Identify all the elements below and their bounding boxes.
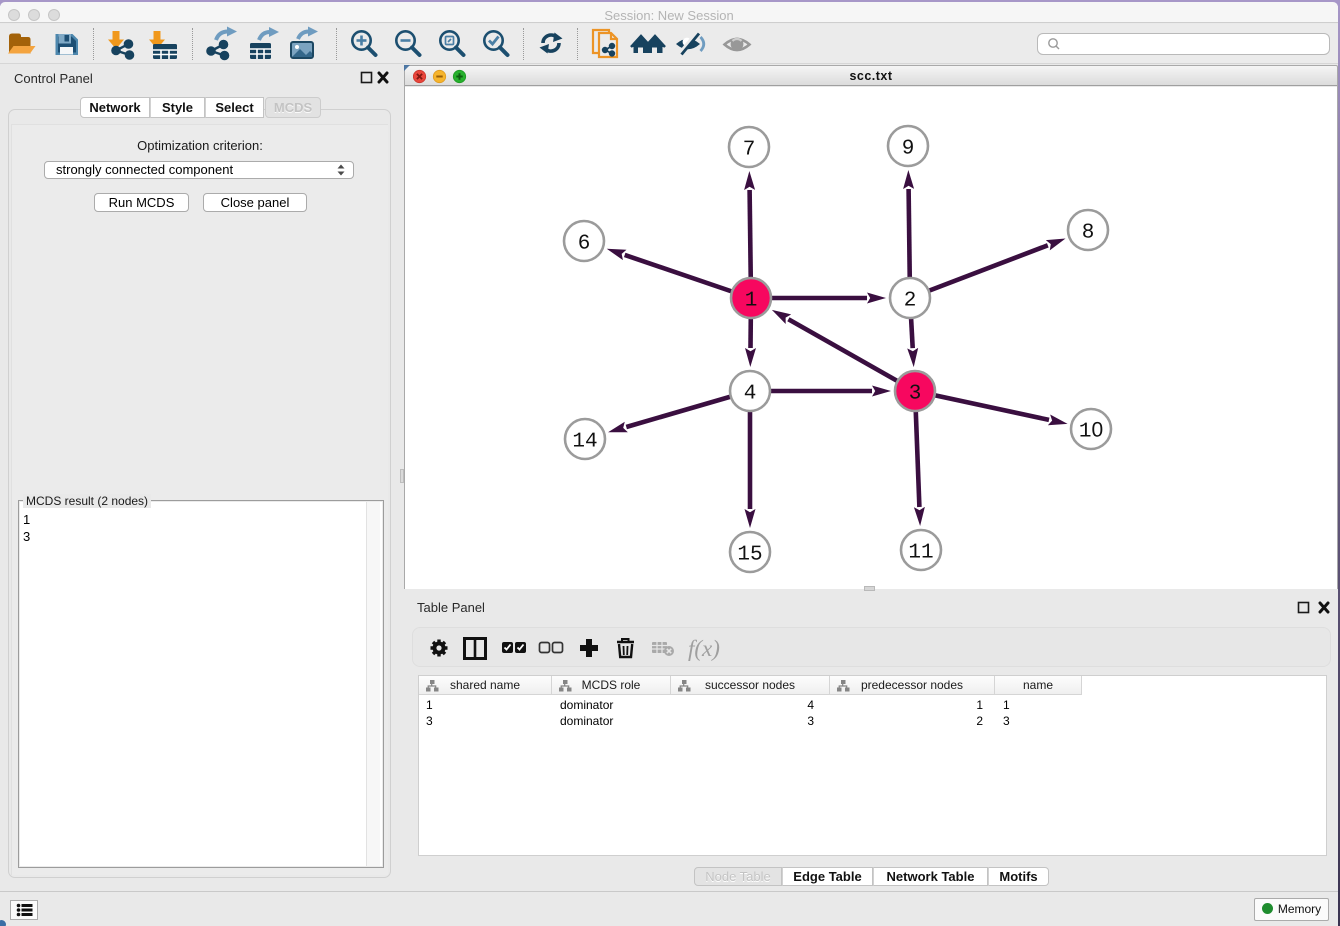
svg-text:4: 4 — [744, 383, 757, 406]
svg-text:9: 9 — [902, 138, 915, 161]
svg-text:7: 7 — [743, 139, 756, 162]
svg-text:15: 15 — [737, 544, 762, 567]
svg-text:8: 8 — [1082, 222, 1095, 245]
svg-text:6: 6 — [578, 233, 591, 256]
svg-text:14: 14 — [572, 431, 597, 454]
svg-text:11: 11 — [908, 542, 933, 565]
svg-text:1: 1 — [745, 290, 758, 313]
svg-text:2: 2 — [904, 290, 917, 313]
svg-text:3: 3 — [909, 383, 922, 406]
svg-text:10: 10 — [1079, 419, 1103, 444]
svg-text:f(x): f(x) — [688, 636, 720, 661]
